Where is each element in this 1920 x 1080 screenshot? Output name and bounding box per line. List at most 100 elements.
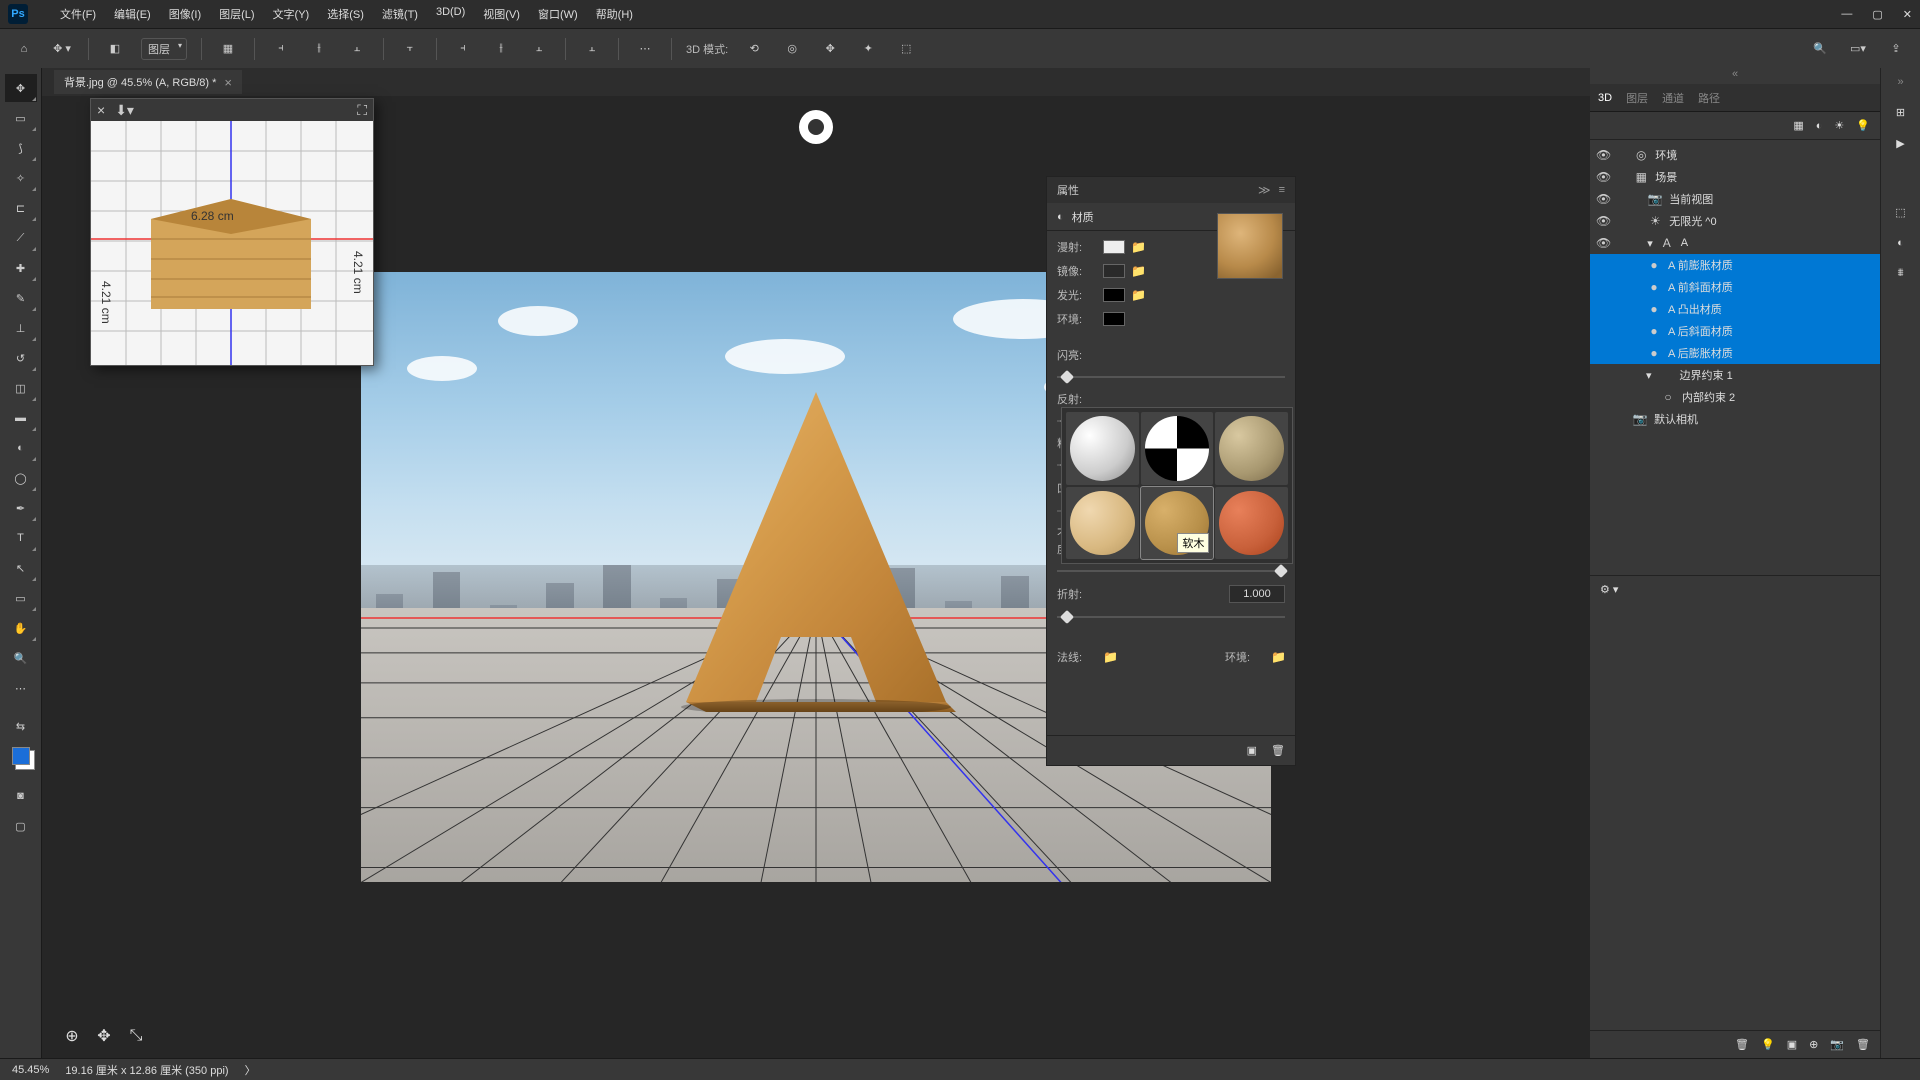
status-menu-icon[interactable]: 〉 — [245, 1062, 256, 1078]
gear-icon[interactable]: ⚙ ▾ — [1600, 583, 1618, 596]
panel-tab[interactable]: 路径 — [1698, 90, 1720, 106]
screen-mode-icon[interactable]: ▢ — [5, 812, 37, 840]
3d-pan-icon[interactable]: ✥ — [818, 37, 842, 61]
ambient-swatch[interactable] — [1103, 312, 1125, 326]
dock-icon-2[interactable]: ⬚ — [1895, 206, 1905, 219]
snap-icon[interactable]: ⛶ — [357, 102, 367, 119]
hand-tool[interactable]: ✋ — [5, 614, 37, 642]
scene-row[interactable]: 👁▾AA — [1590, 232, 1880, 254]
dist-bot-icon[interactable]: ⫠ — [527, 37, 551, 61]
blur-tool[interactable]: ◐ — [5, 434, 37, 462]
panel-tab[interactable]: 通道 — [1662, 90, 1684, 106]
dist-top-icon[interactable]: ⫞ — [451, 37, 475, 61]
menu-i[interactable]: 图像(I) — [161, 2, 209, 26]
specular-swatch[interactable] — [1103, 264, 1125, 278]
disclosure-icon[interactable]: ▾ — [1647, 237, 1653, 250]
material-picker[interactable]: 软木 — [1061, 407, 1293, 564]
scene-row[interactable]: ▾边界约束 1 — [1590, 364, 1880, 386]
collapse-icon[interactable]: ≫ — [1258, 183, 1271, 197]
brush-tool[interactable]: ✎ — [5, 284, 37, 312]
diffuse-swatch[interactable] — [1103, 240, 1125, 254]
menu-s[interactable]: 选择(S) — [319, 2, 372, 26]
3d-scene-tree[interactable]: 👁◎环境👁▦场景👁📷当前视图👁☀无限光 ^0👁▾AA●A 前膨胀材质●A 前斜面… — [1590, 140, 1880, 575]
3d-rotate-icon[interactable]: ⟲ — [742, 37, 766, 61]
3d-letter-a[interactable] — [676, 382, 956, 712]
visibility-icon[interactable]: 👁 — [1596, 170, 1611, 184]
move-tool[interactable]: ✥ — [5, 74, 37, 102]
minimize-button[interactable]: — — [1841, 8, 1852, 21]
align-left-icon[interactable]: ⫞ — [269, 37, 293, 61]
menu-l[interactable]: 图层(L) — [211, 2, 262, 26]
render-icon[interactable]: ▣ — [1787, 1038, 1797, 1051]
filter-material-icon[interactable]: ◐ — [1816, 120, 1823, 132]
heal-tool[interactable]: ✚ — [5, 254, 37, 282]
3d-scale-icon[interactable]: ⬚ — [894, 37, 918, 61]
align-top-icon[interactable]: ⫟ — [398, 37, 422, 61]
folder-icon[interactable]: 📁 — [1131, 264, 1145, 278]
crop-tool[interactable]: ⊏ — [5, 194, 37, 222]
gradient-tool[interactable]: ▬ — [5, 404, 37, 432]
menu-dd[interactable]: 3D(D) — [428, 2, 473, 26]
home-icon[interactable]: ⌂ — [12, 37, 36, 61]
render-icon[interactable]: ▣ — [1247, 744, 1257, 757]
fg-bg-colors[interactable] — [5, 742, 37, 770]
scene-row[interactable]: ○内部约束 2 — [1590, 386, 1880, 408]
lasso-tool[interactable]: ⟆ — [5, 134, 37, 162]
scene-row[interactable]: 👁☀无限光 ^0 — [1590, 210, 1880, 232]
bulb-icon[interactable]: 💡 — [1761, 1038, 1775, 1051]
panel-tab[interactable]: 3D — [1598, 92, 1612, 104]
material-preview[interactable] — [1217, 213, 1283, 279]
camera-icon[interactable]: 📷 — [1830, 1038, 1844, 1051]
document-tab[interactable]: 背景.jpg @ 45.5% (A, RGB/8) * × — [54, 70, 242, 94]
dock-icon-1[interactable]: ⊞ — [1896, 106, 1905, 119]
opacity-slider[interactable] — [1057, 565, 1285, 577]
close-view-icon[interactable]: × — [97, 102, 105, 118]
material-wood[interactable] — [1066, 487, 1139, 560]
disclosure-icon[interactable]: ▾ — [1646, 369, 1652, 382]
path-tool[interactable]: ↖ — [5, 554, 37, 582]
scene-row[interactable]: ●A 前斜面材质 — [1590, 276, 1880, 298]
filter-mesh-icon[interactable]: ▦ — [1793, 119, 1803, 132]
menu-h[interactable]: 帮助(H) — [588, 2, 641, 26]
orbit-icon[interactable]: ⊕ — [60, 1024, 84, 1048]
type-tool[interactable]: T — [5, 524, 37, 552]
more-icon[interactable]: ⋯ — [633, 37, 657, 61]
menu-y[interactable]: 文字(Y) — [265, 2, 318, 26]
folder-icon[interactable]: 📁 — [1131, 288, 1145, 302]
scene-row[interactable]: 👁▦场景 — [1590, 166, 1880, 188]
3d-roll-icon[interactable]: ◎ — [780, 37, 804, 61]
trash-icon[interactable]: 🗑 — [1735, 1038, 1749, 1051]
search-icon[interactable]: 🔍 — [1808, 37, 1832, 61]
secondary-view-header[interactable]: × ⬇▾ ⛶ — [91, 99, 373, 121]
transform-icon[interactable]: ▦ — [216, 37, 240, 61]
visibility-icon[interactable]: 👁 — [1596, 192, 1611, 206]
trash-icon[interactable]: 🗑 — [1271, 744, 1285, 757]
stamp-tool[interactable]: ⊥ — [5, 314, 37, 342]
workspace-icon[interactable]: ▭▾ — [1846, 37, 1870, 61]
scene-row[interactable]: 📷默认相机 — [1590, 408, 1880, 430]
align-center-h-icon[interactable]: ⫲ — [307, 37, 331, 61]
3d-slide-icon[interactable]: ✦ — [856, 37, 880, 61]
refract-value[interactable]: 1.000 — [1229, 585, 1285, 603]
swap-colors-icon[interactable]: ⇆ — [5, 712, 37, 740]
visibility-icon[interactable]: 👁 — [1596, 236, 1611, 250]
menu-e[interactable]: 编辑(E) — [106, 2, 159, 26]
move-icon[interactable]: ✥ ▾ — [50, 37, 74, 61]
scene-row[interactable]: 👁📷当前视图 — [1590, 188, 1880, 210]
material-cork[interactable]: 软木 — [1141, 487, 1214, 560]
material-checker[interactable] — [1141, 412, 1214, 485]
marquee-tool[interactable]: ▭ — [5, 104, 37, 132]
menu-v[interactable]: 视图(V) — [475, 2, 528, 26]
scene-row[interactable]: ●A 后膨胀材质 — [1590, 342, 1880, 364]
panel-tab[interactable]: 图层 — [1626, 90, 1648, 106]
auto-select-icon[interactable]: ◧ — [103, 37, 127, 61]
wand-tool[interactable]: ✧ — [5, 164, 37, 192]
menu-f[interactable]: 文件(F) — [52, 2, 104, 26]
light-widget-icon[interactable] — [799, 110, 833, 144]
history-brush-tool[interactable]: ↺ — [5, 344, 37, 372]
dodge-tool[interactable]: ◯ — [5, 464, 37, 492]
panel-menu-icon[interactable]: ≡ — [1279, 184, 1285, 196]
filter-light-icon[interactable]: ☀ — [1834, 119, 1844, 132]
visibility-icon[interactable]: 👁 — [1596, 214, 1611, 228]
emissive-swatch[interactable] — [1103, 288, 1125, 302]
